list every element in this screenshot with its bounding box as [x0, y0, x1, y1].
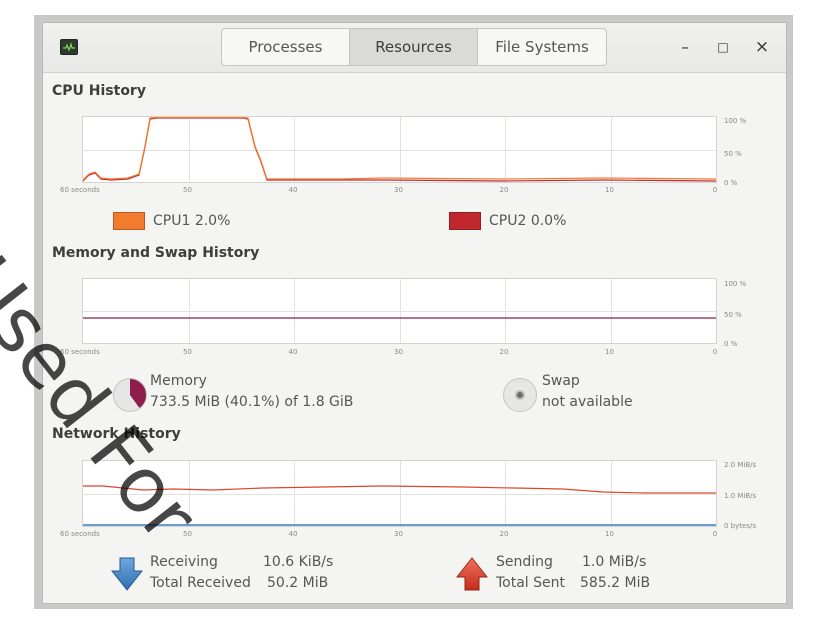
network-x-tick: 20	[499, 530, 509, 538]
sending-arrow-icon[interactable]	[455, 557, 489, 595]
memory-y-tick: 0 %	[724, 340, 738, 348]
header-bar: Processes Resources File Systems – □ ×	[43, 23, 786, 73]
cpu-x-tick: 0	[712, 186, 718, 194]
cpu-x-tick: 20	[499, 186, 509, 194]
system-monitor-icon	[60, 39, 78, 55]
network-y-tick: 2.0 MiB/s	[724, 461, 757, 469]
cpu-x-tick: 10	[605, 186, 614, 194]
cpu-y-tick: 50 %	[724, 150, 742, 158]
total-sent-label: Total Sent	[496, 575, 566, 591]
total-received-label: Total Received	[150, 575, 251, 591]
network-y-tick: 0 bytes/s	[724, 522, 756, 530]
sending-line	[83, 485, 716, 494]
network-x-tick: 50	[183, 530, 192, 538]
network-x-tick: 10	[605, 530, 614, 538]
memory-value: 733.5 MiB (40.1%) of 1.8 GiB	[150, 394, 354, 410]
cpu-x-tick: 40	[288, 186, 298, 194]
swap-value: not available	[542, 394, 633, 410]
network-history-title: Network History	[52, 426, 181, 442]
cpu1-color-swatch[interactable]	[113, 212, 145, 230]
network-x-tick: 40	[288, 530, 298, 538]
tab-resources[interactable]: Resources	[350, 29, 478, 65]
memory-x-tick: 40	[288, 348, 298, 356]
minimize-button[interactable]: –	[673, 35, 697, 59]
memory-usage-pie[interactable]	[113, 378, 147, 412]
receiving-value: 10.6 KiB/s	[263, 554, 334, 570]
memory-x-tick: 10	[605, 348, 614, 356]
memory-label: Memory	[150, 373, 207, 389]
memory-x-tick: 60 seconds	[60, 348, 100, 356]
total-received-value: 50.2 MiB	[267, 575, 329, 591]
cpu-x-tick: 50	[183, 186, 192, 194]
cpu-history-title: CPU History	[52, 83, 146, 99]
cpu1-legend-label: CPU1 2.0%	[153, 213, 231, 229]
cpu-x-tick: 60 seconds	[60, 186, 100, 194]
view-tabs: Processes Resources File Systems	[221, 28, 607, 66]
network-history-graph	[82, 460, 717, 527]
cpu-history-graph	[82, 116, 717, 183]
total-sent-value: 585.2 MiB	[580, 575, 651, 591]
cpu-y-tick: 100 %	[724, 117, 747, 125]
swap-label: Swap	[542, 373, 580, 389]
memory-x-tick: 50	[183, 348, 192, 356]
cpu-x-tick: 30	[394, 186, 403, 194]
memory-x-tick: 0	[712, 348, 718, 356]
network-x-tick: 30	[394, 530, 403, 538]
maximize-button[interactable]: □	[711, 35, 735, 59]
receiving-label: Receiving	[150, 554, 218, 570]
memory-x-tick: 20	[499, 348, 509, 356]
memory-y-tick: 50 %	[724, 311, 742, 319]
cpu2-color-swatch[interactable]	[449, 212, 481, 230]
sending-label: Sending	[496, 554, 553, 570]
memory-y-tick: 100 %	[724, 280, 747, 288]
memory-x-tick: 30	[394, 348, 403, 356]
system-monitor-window: Processes Resources File Systems – □ × C…	[42, 22, 787, 604]
swap-empty-icon	[515, 390, 525, 400]
tab-processes[interactable]: Processes	[222, 29, 350, 65]
tab-file-systems[interactable]: File Systems	[478, 29, 606, 65]
network-x-tick: 0	[712, 530, 718, 538]
cpu1-line	[83, 117, 716, 181]
cpu2-line	[83, 117, 716, 182]
swap-usage-pie[interactable]	[503, 378, 537, 412]
close-button[interactable]: ×	[750, 35, 774, 59]
cpu2-legend-label: CPU2 0.0%	[489, 213, 567, 229]
sending-value: 1.0 MiB/s	[582, 554, 647, 570]
receiving-arrow-icon[interactable]	[110, 557, 144, 595]
cpu-y-tick: 0 %	[724, 179, 738, 187]
network-y-tick: 1.0 MiB/s	[724, 492, 757, 500]
memory-swap-history-graph	[82, 278, 717, 344]
network-x-tick: 60 seconds	[60, 530, 100, 538]
memory-swap-history-title: Memory and Swap History	[52, 245, 260, 261]
